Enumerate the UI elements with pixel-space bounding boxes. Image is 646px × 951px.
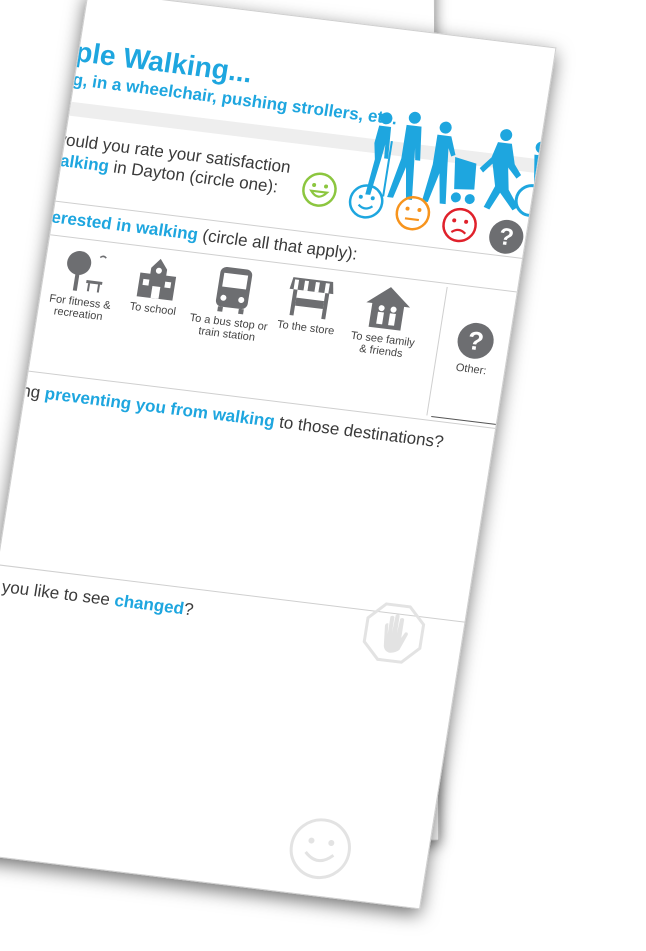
very-happy-face-icon[interactable] <box>298 169 342 211</box>
option-school[interactable]: To school <box>117 253 196 320</box>
interest-question-text: I am <box>0 200 28 224</box>
option-store[interactable]: To the store <box>270 271 349 338</box>
unsure-question-icon[interactable]: ? <box>484 216 528 258</box>
school-icon <box>136 258 177 301</box>
smile-icon <box>289 818 351 880</box>
barrier-question: nything preventing you from walking to t… <box>0 377 556 470</box>
change-question-text: uld you like to see <box>0 574 112 610</box>
option-work[interactable]: To work <box>0 236 49 298</box>
option-school-label: To school <box>128 300 177 319</box>
option-family-label: To see family & friends <box>349 329 416 360</box>
option-bus[interactable]: To a bus stop or train station <box>186 261 277 345</box>
survey-flyer-page: People Walking... running, in a wheelcha… <box>0 0 557 910</box>
question-icon: ? <box>457 322 494 359</box>
option-other-label: Other: <box>454 361 488 378</box>
option-work-label: To work <box>0 279 32 297</box>
neutral-face-icon[interactable] <box>391 192 435 234</box>
store-icon <box>289 277 334 320</box>
barrier-question-text: nything <box>0 376 42 403</box>
change-question: uld you like to see changed? <box>0 574 556 667</box>
tree-icon <box>67 251 107 293</box>
page-wrap: People Walking... running, in a wheelcha… <box>0 0 646 951</box>
sad-face-icon[interactable] <box>438 204 482 246</box>
change-question-keyword: changed <box>113 590 186 619</box>
change-question-tail: ? <box>182 599 195 620</box>
option-fitness-label: For fitness & recreation <box>48 292 112 324</box>
option-family[interactable]: To see family & friends <box>345 281 426 362</box>
option-fitness[interactable]: For fitness & recreation <box>42 244 123 325</box>
happy-face-icon[interactable] <box>344 180 388 222</box>
bus-icon <box>215 266 253 315</box>
family-house-icon <box>366 287 411 331</box>
option-bus-label: To a bus stop or train station <box>188 311 269 344</box>
option-other[interactable]: ? Other: <box>435 317 513 380</box>
barrier-question-keyword: preventing you from walking <box>43 383 277 431</box>
desk-icon <box>0 241 38 281</box>
